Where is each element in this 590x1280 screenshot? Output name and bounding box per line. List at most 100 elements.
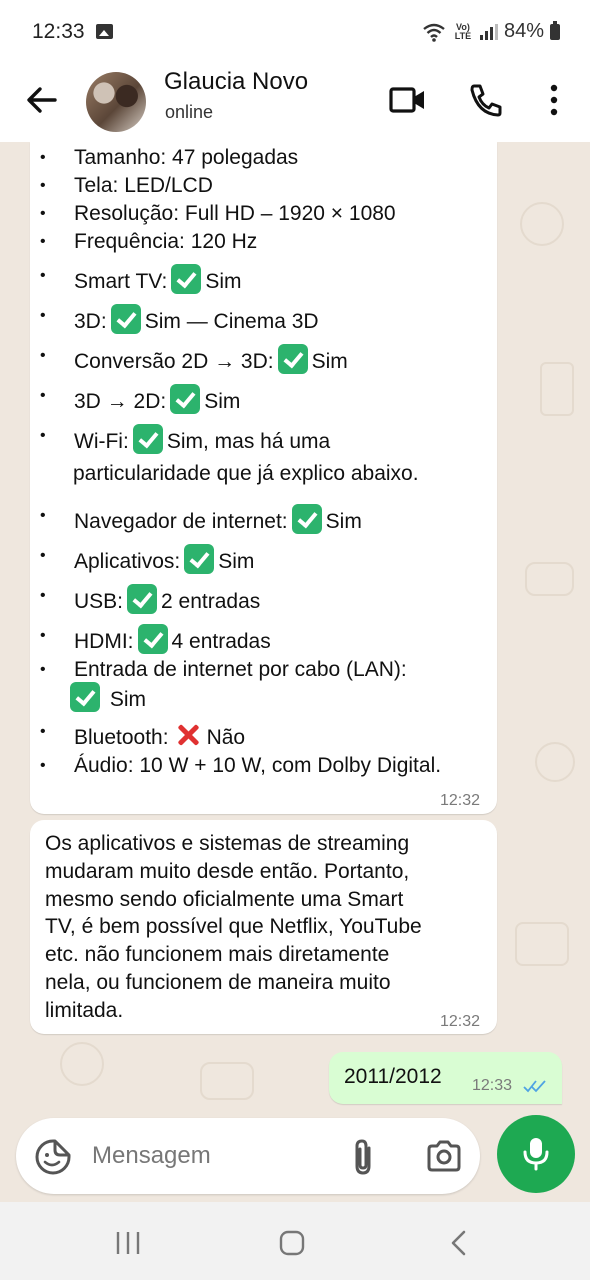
spec-label: Resolução: Full HD – 1920 × 1080 [74, 202, 396, 225]
spec-item: • Smart TV: Sim [40, 264, 242, 294]
more-options-button[interactable] [536, 78, 572, 122]
video-camera-icon [389, 87, 424, 113]
spec-item: • Conversão 2D → 3D: Sim [40, 344, 348, 374]
microphone-icon [523, 1138, 549, 1171]
status-bar: 12:33 Vo) LTE 84% [0, 0, 590, 62]
spec-item: • Áudio: 10 W + 10 W, com Dolby Digital. [40, 754, 441, 778]
spec-item: • Resolução: Full HD – 1920 × 1080 [40, 202, 396, 226]
spec-label: Entrada de internet por cabo (LAN): [74, 658, 407, 681]
status-indicators: Vo) LTE 84% [422, 20, 560, 43]
spec-label: USB: [74, 590, 124, 613]
bullet: • [40, 387, 46, 404]
spec-text: Áudio: 10 W + 10 W, com Dolby Digital. [74, 754, 441, 777]
check-icon [184, 544, 215, 574]
message-time: 12:33 [472, 1077, 513, 1094]
bullet: • [40, 149, 46, 166]
spec-text: HDMI: 4 entradas [74, 624, 271, 654]
spec-text: Entrada de internet por cabo (LAN): [74, 658, 407, 681]
home-icon[interactable] [278, 1229, 306, 1257]
back-nav-icon[interactable] [448, 1229, 470, 1257]
message-input-bar [16, 1118, 480, 1194]
sticker-icon[interactable] [34, 1138, 72, 1176]
check-icon [170, 384, 201, 414]
bullet: • [40, 587, 46, 604]
spec-text: 3D: Sim — Cinema 3D [74, 304, 319, 334]
bullet: • [40, 427, 46, 444]
spec-label: Smart TV: [74, 270, 168, 293]
check-icon [291, 504, 322, 534]
back-button[interactable] [22, 80, 62, 120]
spec-item: • Bluetooth: Não [40, 720, 245, 750]
bullet: • [40, 723, 46, 740]
spec-text: Frequência: 120 Hz [74, 230, 257, 253]
phone-icon [470, 84, 502, 117]
message-line: mesmo sendo oficialmente uma Smart [45, 887, 404, 911]
bullet: • [40, 347, 46, 364]
spec-label: Conversão 2D → 3D: [74, 350, 274, 373]
bullet: • [40, 661, 46, 678]
spec-text: Aplicativos: Sim [74, 544, 254, 574]
spec-item: • HDMI: 4 entradas [40, 624, 271, 654]
gallery-icon [96, 24, 113, 39]
bullet: • [40, 177, 46, 194]
check-icon [70, 682, 100, 712]
spec-text: Wi-Fi: Sim, mas há uma [74, 424, 331, 454]
message-input[interactable]: Mensagem [92, 1142, 211, 1170]
voice-message-button[interactable] [497, 1115, 575, 1193]
spec-item: • Entrada de internet por cabo (LAN): [40, 658, 407, 682]
spec-value: 2 entradas [161, 590, 261, 613]
spec-text: Bluetooth: Não [74, 726, 245, 749]
bullet: • [40, 547, 46, 564]
voice-call-button[interactable] [464, 78, 508, 122]
spec-value: Não [206, 726, 246, 749]
spec-item: • Navegador de internet: Sim [40, 504, 362, 534]
spec-value: Sim [205, 270, 242, 293]
attach-icon[interactable] [349, 1138, 379, 1176]
spec-text: Resolução: Full HD – 1920 × 1080 [74, 202, 396, 225]
message-time: 12:32 [440, 1013, 481, 1030]
spec-label: Tela: LED/LCD [74, 174, 213, 197]
message-line: Os aplicativos e sistemas de streaming [45, 832, 410, 855]
signal-icon [479, 23, 498, 40]
system-navbar [0, 1202, 590, 1280]
check-icon [132, 424, 163, 454]
more-vert-icon [550, 84, 558, 116]
spec-value: 4 entradas [171, 630, 271, 653]
bullet: • [40, 233, 46, 250]
contact-status: online [165, 102, 214, 122]
wifi-icon [423, 23, 445, 42]
bullet: • [40, 205, 46, 222]
spec-item: • Tamanho: 47 polegadas [40, 146, 298, 170]
spec-value: Sim, mas há uma [166, 430, 331, 453]
bullet: • [40, 307, 46, 324]
spec-label: 3D → 2D: [74, 390, 167, 413]
spec-item: • Wi-Fi: Sim, mas há uma [40, 424, 331, 454]
spec-text: Tamanho: 47 polegadas [74, 146, 298, 169]
chat-header: Glaucia Novo online [0, 62, 590, 142]
video-call-button[interactable] [386, 78, 430, 122]
bullet: • [40, 757, 46, 774]
wifi-continuation: particularidade que já explico abaixo. [73, 462, 419, 485]
recent-apps-icon[interactable] [114, 1230, 142, 1256]
contact-name[interactable]: Glaucia Novo [164, 68, 308, 96]
spec-item: • USB: 2 entradas [40, 584, 261, 614]
volte-indicator: Vo) LTE [454, 21, 472, 41]
spec-item: • Frequência: 120 Hz [40, 230, 257, 254]
lan-continuation: Sim [70, 682, 146, 712]
check-icon [127, 584, 158, 614]
spec-label: 3D: [74, 310, 107, 333]
cross-icon [173, 720, 203, 750]
status-time: 12:33 [32, 20, 85, 43]
spec-label: Bluetooth: [74, 726, 169, 749]
avatar[interactable] [86, 72, 146, 132]
check-icon [137, 624, 168, 654]
camera-icon[interactable] [425, 1139, 463, 1173]
battery-percent: 84% [503, 20, 544, 42]
spec-text: USB: 2 entradas [74, 584, 261, 614]
spec-item: • 3D: Sim — Cinema 3D [40, 304, 319, 334]
spec-text: Smart TV: Sim [74, 264, 242, 294]
message-line: etc. não funcionem mais diretamente [45, 943, 390, 967]
spec-value: Sim [325, 510, 362, 533]
spec-text: 3D → 2D: Sim [74, 384, 240, 414]
spec-value: Sim — Cinema 3D [144, 310, 319, 333]
